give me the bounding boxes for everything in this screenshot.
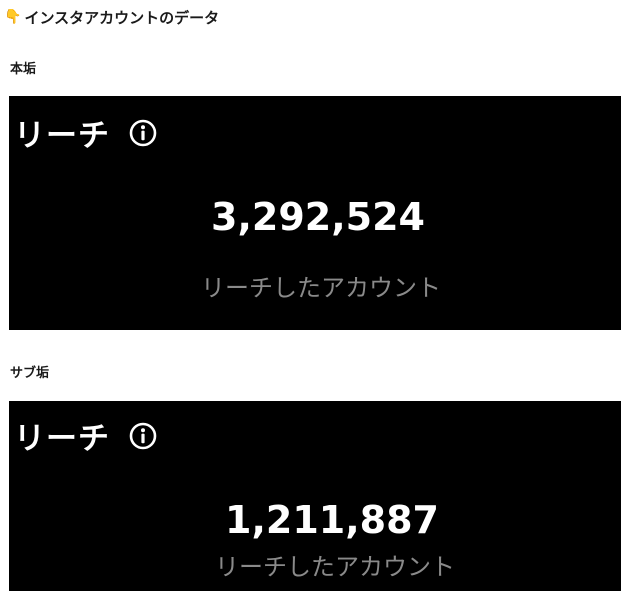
reach-screenshot-main: リーチ 3,292,524 リーチしたアカウント [9, 96, 621, 330]
info-icon [128, 118, 158, 148]
page-heading: 👇 インスタアカウントのデータ [4, 6, 219, 28]
reach-value: 1,211,887 [225, 498, 439, 542]
reach-title: リーチ [14, 421, 110, 457]
section-label-sub: サブ垢 [10, 366, 50, 381]
reach-card-header: リーチ [14, 110, 158, 155]
reach-title: リーチ [14, 118, 110, 154]
section-label-main: 本垢 [10, 62, 37, 77]
pointing-down-icon: 👇 [4, 9, 22, 25]
reach-caption: リーチしたアカウント [215, 553, 455, 581]
info-icon [128, 421, 158, 451]
page-heading-text: インスタアカウントのデータ [24, 8, 220, 27]
reach-card-header: リーチ [14, 413, 158, 458]
reach-value: 3,292,524 [211, 195, 425, 239]
reach-caption: リーチしたアカウント [201, 274, 441, 302]
reach-screenshot-sub: リーチ 1,211,887 リーチしたアカウント [9, 401, 621, 591]
